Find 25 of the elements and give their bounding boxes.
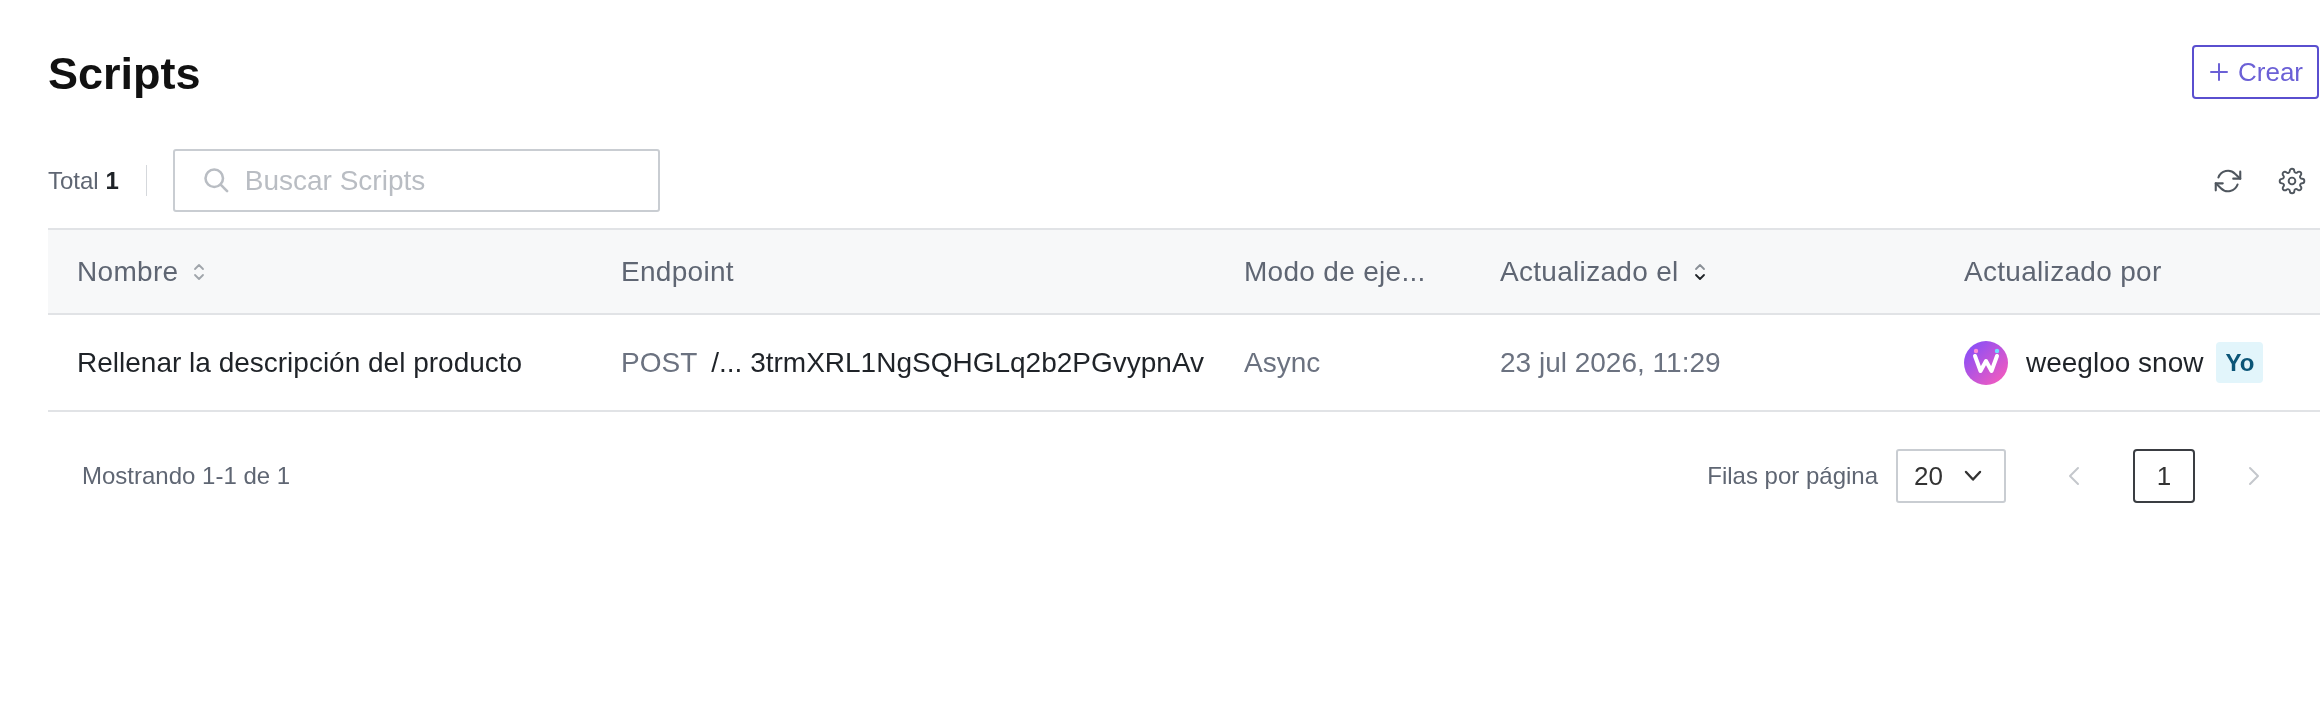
updated-date: 23 jul 2026, 11:29 (1500, 346, 1721, 379)
rows-per-page-label: Filas por página (1707, 462, 1878, 490)
column-header: Modo de eje... (1244, 255, 1426, 288)
column-header[interactable]: Nombre (77, 255, 179, 288)
pagination-summary: Mostrando 1-1 de 1 (82, 462, 291, 490)
page-button[interactable]: 1 (2133, 449, 2195, 503)
script-name: Rellenar la descripción del producto (77, 346, 523, 379)
create-button[interactable]: Crear (2192, 45, 2319, 99)
chevron-down-icon (1964, 470, 1982, 482)
total-count: Total 1 (48, 166, 119, 195)
endpoint-path: /... 3trmXRL1NgSQHGLq2b2PGvypnAv (711, 346, 1205, 379)
execution-mode: Async (1244, 346, 1321, 379)
http-method: POST (621, 346, 698, 379)
column-header: Endpoint (621, 255, 734, 288)
page-title: Scripts (48, 47, 201, 101)
settings-icon[interactable] (2278, 166, 2306, 195)
search-field[interactable]: Buscar Scripts (172, 149, 660, 212)
user-name: weegloo snow (2026, 346, 2204, 379)
column-header: Actualizado por (1964, 255, 2162, 288)
avatar-icon (1964, 340, 2008, 385)
search-icon (201, 166, 230, 194)
rows-per-page-select[interactable]: 20 (1896, 449, 2006, 503)
plus-icon (2210, 63, 2228, 81)
you-badge: Yo (2216, 342, 2264, 383)
column-header[interactable]: Actualizado el (1500, 255, 1679, 288)
